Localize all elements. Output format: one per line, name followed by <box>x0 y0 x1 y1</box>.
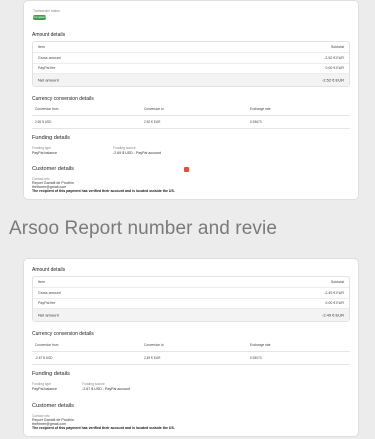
currency-conversion-title: Currency conversion details <box>32 96 94 102</box>
item-column-header: Item <box>38 280 45 284</box>
row-value: -2.49 € EUR <box>324 290 344 295</box>
customer-details-title: Customer details <box>32 403 74 409</box>
row-value: 0.00 € EUR <box>325 66 344 71</box>
row-item: PayPal fee <box>38 301 56 306</box>
currency-conversion-title: Currency conversion details <box>32 331 94 337</box>
net-amount-value: -2.49 € EUR <box>321 312 344 318</box>
table-row: 2.69 $ USD 2.52 € EUR 0.93673 <box>32 116 350 129</box>
row-item: Gross amount <box>38 55 61 60</box>
page-heading: Arsoo Report number and revie <box>9 218 277 239</box>
funding-details-title: Funding details <box>32 135 70 141</box>
customer-details-title: Customer details <box>32 166 74 172</box>
funding-details-title: Funding details <box>32 371 70 377</box>
subtotal-column-header: Subtotal <box>330 45 344 49</box>
net-amount-row: Net amount -2.52 € EUR <box>33 74 349 86</box>
table-row: PayPal fee 0.00 € EUR <box>33 299 349 309</box>
conversion-from-header: Conversion from <box>35 343 59 347</box>
row-item: Gross amount <box>38 290 61 295</box>
funding-type-value: PayPal balance <box>32 151 57 155</box>
amount-table-header: Item Subtotal <box>33 42 349 53</box>
table-row: Gross amount -2.49 € EUR <box>33 288 349 299</box>
row-value: 0.00 € EUR <box>325 301 344 306</box>
table-row: PayPal fee 0.00 € EUR <box>33 64 349 74</box>
currency-table-header: Conversion from Conversion to Exchange r… <box>32 339 350 352</box>
exchange-rate-value: 0.93673 <box>250 120 262 124</box>
conversion-from-value: 2.69 $ USD <box>35 120 52 124</box>
net-amount-row: Net amount -2.49 € EUR <box>33 309 349 321</box>
net-amount-value: -2.52 € EUR <box>321 77 344 83</box>
funding-type-label: Funding type <box>32 382 52 386</box>
amount-table: Item Subtotal Gross amount -2.52 € EUR P… <box>32 41 350 87</box>
funding-source-label: Funding source <box>113 146 136 150</box>
funding-source-value: -2.69 $ USD - PayPal account <box>113 151 161 155</box>
exchange-rate-header: Exchange rate <box>250 107 271 111</box>
conversion-to-header: Conversion to <box>144 343 164 347</box>
report-details-card: Amount details Item Subtotal Gross amoun… <box>23 258 359 437</box>
net-amount-label: Net amount <box>38 312 59 318</box>
alert-icon[interactable] <box>184 167 189 172</box>
item-column-header: Item <box>38 45 45 49</box>
funding-type-value: PayPal balance <box>32 387 57 391</box>
currency-table: Conversion from Conversion to Exchange r… <box>32 103 350 129</box>
transaction-status-label: Transaction status <box>33 9 60 13</box>
funding-source-label: Funding source <box>82 382 105 386</box>
exchange-rate-header: Exchange rate <box>250 343 271 347</box>
exchange-rate-value: 0.93073 <box>250 356 262 360</box>
amount-details-title: Amount details <box>32 32 66 38</box>
conversion-to-value: 2.52 € EUR <box>144 120 161 124</box>
status-badge: Completed <box>33 15 46 20</box>
verified-note: The recipient of this payment has verifi… <box>32 426 175 430</box>
table-row: Gross amount -2.52 € EUR <box>33 53 349 64</box>
verified-note: The recipient of this payment has verifi… <box>32 189 175 193</box>
subtotal-column-header: Subtotal <box>330 280 344 284</box>
funding-source-value: -2.67 $ USD - PayPal account <box>82 387 130 391</box>
conversion-from-value: -2.67 $ USD <box>35 356 53 360</box>
conversion-from-header: Conversion from <box>35 107 59 111</box>
amount-details-title: Amount details <box>32 267 66 273</box>
amount-table-header: Item Subtotal <box>33 277 349 288</box>
currency-table: Conversion from Conversion to Exchange r… <box>32 339 350 365</box>
conversion-to-header: Conversion to <box>144 107 164 111</box>
row-item: PayPal fee <box>38 66 56 71</box>
funding-type-label: Funding type <box>32 146 52 150</box>
conversion-to-value: 2.49 € EUR <box>144 356 161 360</box>
amount-table: Item Subtotal Gross amount -2.49 € EUR P… <box>32 276 350 322</box>
net-amount-label: Net amount <box>38 77 59 83</box>
currency-table-header: Conversion from Conversion to Exchange r… <box>32 103 350 116</box>
table-row: -2.67 $ USD 2.49 € EUR 0.93073 <box>32 352 350 365</box>
row-value: -2.52 € EUR <box>324 55 344 60</box>
transaction-details-card: Transaction status Completed Amount deta… <box>23 0 359 200</box>
